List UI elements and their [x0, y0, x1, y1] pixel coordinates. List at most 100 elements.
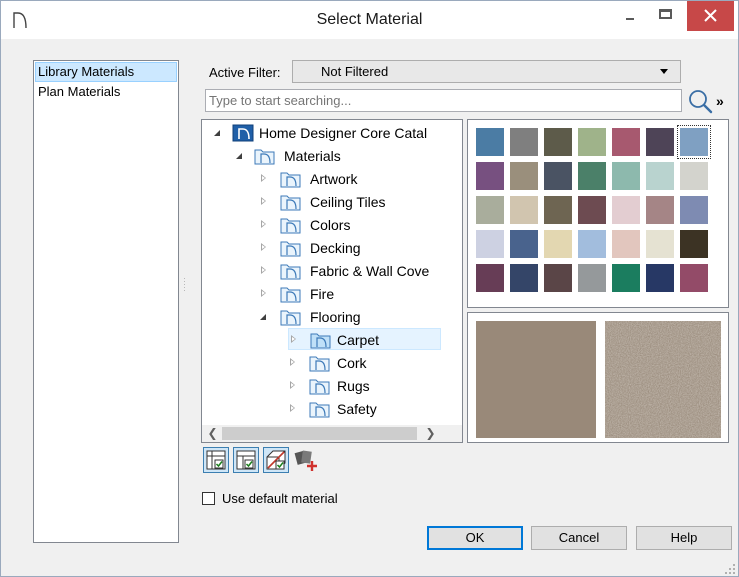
active-filter-dropdown[interactable]: Not Filtered: [292, 60, 681, 83]
material-swatch[interactable]: [612, 196, 640, 224]
material-swatch[interactable]: [612, 162, 640, 190]
collapsed-arrow-icon[interactable]: [260, 168, 270, 190]
material-swatch[interactable]: [646, 196, 674, 224]
material-swatch[interactable]: [680, 162, 708, 190]
collapsed-arrow-icon[interactable]: [260, 283, 270, 305]
material-swatch[interactable]: [578, 230, 606, 258]
tree-view-icon: [206, 450, 226, 470]
material-swatch[interactable]: [510, 162, 538, 190]
material-swatch[interactable]: [578, 162, 606, 190]
tree-item-ceiling-tiles[interactable]: Ceiling Tiles: [260, 191, 462, 213]
collapsed-arrow-icon[interactable]: [289, 375, 299, 397]
material-swatch[interactable]: [510, 264, 538, 292]
material-swatch[interactable]: [510, 230, 538, 258]
expanded-arrow-icon[interactable]: [236, 145, 246, 167]
material-swatch[interactable]: [612, 230, 640, 258]
use-default-material-label: Use default material: [222, 491, 338, 506]
close-button[interactable]: [687, 1, 734, 31]
collapsed-arrow-icon[interactable]: [260, 191, 270, 213]
material-swatch[interactable]: [476, 128, 504, 156]
tree-item-label: Cork: [337, 355, 367, 371]
tree-item-safety[interactable]: Safety: [289, 398, 462, 420]
show-list-view-button[interactable]: [233, 447, 259, 473]
tree-item-label: Home Designer Core Catal: [259, 125, 428, 141]
collapsed-arrow-icon[interactable]: [260, 260, 270, 282]
material-swatch[interactable]: [476, 162, 504, 190]
material-swatch[interactable]: [646, 128, 674, 156]
folder-icon: [280, 287, 301, 303]
cancel-button[interactable]: Cancel: [531, 526, 627, 550]
add-material-button[interactable]: [293, 447, 319, 473]
folder-icon: [310, 333, 331, 349]
material-swatch[interactable]: [544, 264, 572, 292]
material-swatch[interactable]: [476, 196, 504, 224]
material-swatch[interactable]: [544, 230, 572, 258]
expand-panel-icon[interactable]: »: [716, 93, 724, 109]
sidebar-item-library-materials[interactable]: Library Materials: [35, 62, 177, 82]
collapsed-arrow-icon[interactable]: [289, 352, 299, 374]
scroll-left-icon[interactable]: ❮: [204, 425, 221, 442]
help-button[interactable]: Help: [636, 526, 732, 550]
material-swatch[interactable]: [510, 196, 538, 224]
material-preview: [467, 312, 729, 443]
scroll-right-icon[interactable]: ❯: [422, 425, 439, 442]
material-swatch[interactable]: [476, 264, 504, 292]
scroll-thumb[interactable]: [222, 427, 417, 440]
material-swatch[interactable]: [612, 128, 640, 156]
tree-item-label: Safety: [337, 401, 377, 417]
tree-item-fire[interactable]: Fire: [260, 283, 462, 305]
material-swatch[interactable]: [680, 196, 708, 224]
material-swatch[interactable]: [544, 196, 572, 224]
tree-item-materials[interactable]: Materials: [236, 145, 462, 167]
tree-item-flooring[interactable]: Flooring: [260, 306, 462, 328]
material-swatch[interactable]: [646, 162, 674, 190]
minimize-icon: [626, 18, 634, 20]
collapsed-arrow-icon[interactable]: [260, 214, 270, 236]
material-swatch[interactable]: [677, 125, 711, 159]
preview-flat-color: [476, 321, 596, 438]
material-swatch[interactable]: [476, 230, 504, 258]
swatch-grid: [467, 119, 729, 308]
tree-item-rugs[interactable]: Rugs: [289, 375, 462, 397]
use-default-material-checkbox[interactable]: [202, 492, 215, 505]
resize-grip-icon[interactable]: [724, 563, 736, 575]
tree-item-fabric-wall-coverings[interactable]: Fabric & Wall Cove: [260, 260, 462, 282]
material-swatch[interactable]: [510, 128, 538, 156]
collapsed-arrow-icon[interactable]: [260, 237, 270, 259]
search-icon[interactable]: [687, 88, 713, 114]
material-swatch[interactable]: [578, 264, 606, 292]
material-swatch[interactable]: [680, 264, 708, 292]
material-swatch[interactable]: [578, 128, 606, 156]
tree-item-colors[interactable]: Colors: [260, 214, 462, 236]
folder-icon: [309, 402, 330, 418]
splitter-grip[interactable]: [184, 278, 186, 296]
tree-item-label: Fire: [310, 286, 335, 302]
show-3d-preview-button[interactable]: [263, 447, 289, 473]
show-library-view-button[interactable]: [203, 447, 229, 473]
search-input[interactable]: [205, 89, 682, 112]
material-swatch[interactable]: [578, 196, 606, 224]
material-swatch[interactable]: [544, 162, 572, 190]
tree-item-label: Ceiling Tiles: [310, 194, 386, 210]
expanded-arrow-icon[interactable]: [260, 306, 270, 328]
ok-button[interactable]: OK: [427, 526, 523, 550]
material-swatch[interactable]: [544, 128, 572, 156]
tree-item-carpet[interactable]: Carpet: [288, 328, 441, 350]
tree-item-artwork[interactable]: Artwork: [260, 168, 462, 190]
sidebar-item-plan-materials[interactable]: Plan Materials: [35, 82, 177, 102]
tree-item-cork[interactable]: Cork: [289, 352, 462, 374]
collapsed-arrow-icon[interactable]: [290, 329, 300, 351]
tree-item-decking[interactable]: Decking: [260, 237, 462, 259]
material-swatch[interactable]: [680, 230, 708, 258]
material-swatch[interactable]: [646, 230, 674, 258]
material-swatch[interactable]: [646, 264, 674, 292]
minimize-button[interactable]: [617, 1, 643, 31]
material-swatch[interactable]: [612, 264, 640, 292]
material-tree: Home Designer Core Catal Materials Artwo…: [201, 119, 463, 443]
collapsed-arrow-icon[interactable]: [289, 398, 299, 420]
folder-icon: [309, 379, 330, 395]
maximize-button[interactable]: [653, 1, 679, 31]
tree-item-core-catalog[interactable]: Home Designer Core Catal: [214, 122, 462, 144]
tree-horizontal-scrollbar[interactable]: ❮ ❯: [202, 425, 462, 442]
expanded-arrow-icon[interactable]: [214, 122, 224, 144]
